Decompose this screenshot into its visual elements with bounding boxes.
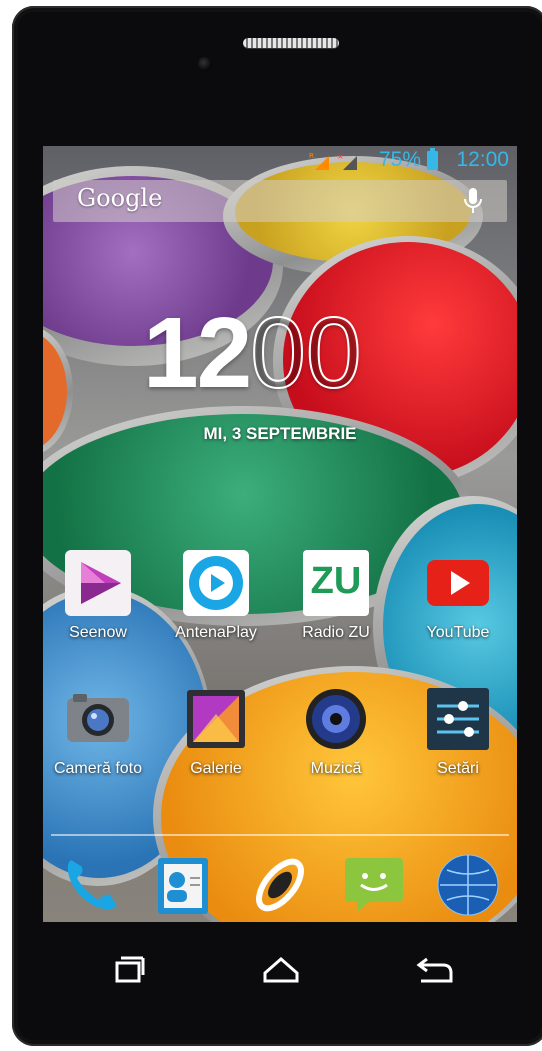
phone-icon[interactable] xyxy=(59,852,125,918)
youtube-icon xyxy=(423,548,493,618)
home-screen: R × 75% 12:00 Google 1200 MI, 3 SEPTEMBR… xyxy=(43,146,517,922)
app-youtube[interactable]: YouTube xyxy=(403,548,513,642)
battery-percent: 75% xyxy=(378,148,421,171)
signal-sim1-icon: R xyxy=(309,152,329,170)
seenow-icon xyxy=(63,548,133,618)
app-music[interactable]: Muzică xyxy=(281,684,391,778)
svg-text:R: R xyxy=(309,152,314,160)
browser-icon[interactable] xyxy=(435,852,501,918)
radio-zu-logo-text: ZU xyxy=(310,560,362,602)
battery-icon xyxy=(427,148,438,170)
date-label: MI, 3 SEPTEMBRIE xyxy=(203,424,357,443)
signal-sim2-icon: × xyxy=(337,152,357,170)
home-icon[interactable] xyxy=(261,953,301,987)
messaging-icon[interactable] xyxy=(341,852,407,918)
mic-icon[interactable] xyxy=(459,186,487,216)
app-label: Galerie xyxy=(190,760,242,777)
clock-widget[interactable]: 1200 xyxy=(143,296,362,411)
front-camera xyxy=(198,57,212,71)
music-icon xyxy=(301,684,371,754)
antenaplay-icon xyxy=(181,548,251,618)
camera-icon xyxy=(63,684,133,754)
app-label: Seenow xyxy=(69,624,127,641)
settings-icon xyxy=(423,684,493,754)
app-camera[interactable]: Cameră foto xyxy=(43,684,153,778)
app-gallery[interactable]: Galerie xyxy=(161,684,271,778)
app-label: Muzică xyxy=(310,760,362,777)
recent-apps-icon[interactable] xyxy=(109,953,149,987)
contacts-icon[interactable] xyxy=(150,852,216,918)
dock-divider xyxy=(51,834,509,836)
app-label: YouTube xyxy=(426,624,490,641)
status-bar: R × 75% 12:00 xyxy=(43,146,517,176)
app-seenow[interactable]: Seenow xyxy=(43,548,153,642)
gallery-icon xyxy=(181,684,251,754)
clock-hours: 12 xyxy=(143,297,252,409)
app-label: Cameră foto xyxy=(53,760,143,777)
app-label: Setări xyxy=(437,760,479,777)
app-label: Radio ZU xyxy=(302,624,370,641)
app-antenaplay[interactable]: AntenaPlay xyxy=(161,548,271,642)
navigation-bar xyxy=(43,935,517,1005)
app-label: AntenaPlay xyxy=(175,624,257,641)
back-icon[interactable] xyxy=(415,953,455,987)
radio-zu-icon: ZU xyxy=(301,548,371,618)
launcher-icon[interactable] xyxy=(247,852,313,918)
svg-text:×: × xyxy=(337,152,344,161)
app-radio-zu[interactable]: ZU Radio ZU xyxy=(281,548,391,642)
wallpaper xyxy=(43,146,517,922)
status-time: 12:00 xyxy=(456,148,509,171)
app-settings[interactable]: Setări xyxy=(403,684,513,778)
earpiece-speaker xyxy=(243,38,339,48)
clock-minutes: 00 xyxy=(249,296,362,410)
google-search-bar[interactable]: Google xyxy=(53,180,507,222)
google-logo: Google xyxy=(77,184,163,212)
